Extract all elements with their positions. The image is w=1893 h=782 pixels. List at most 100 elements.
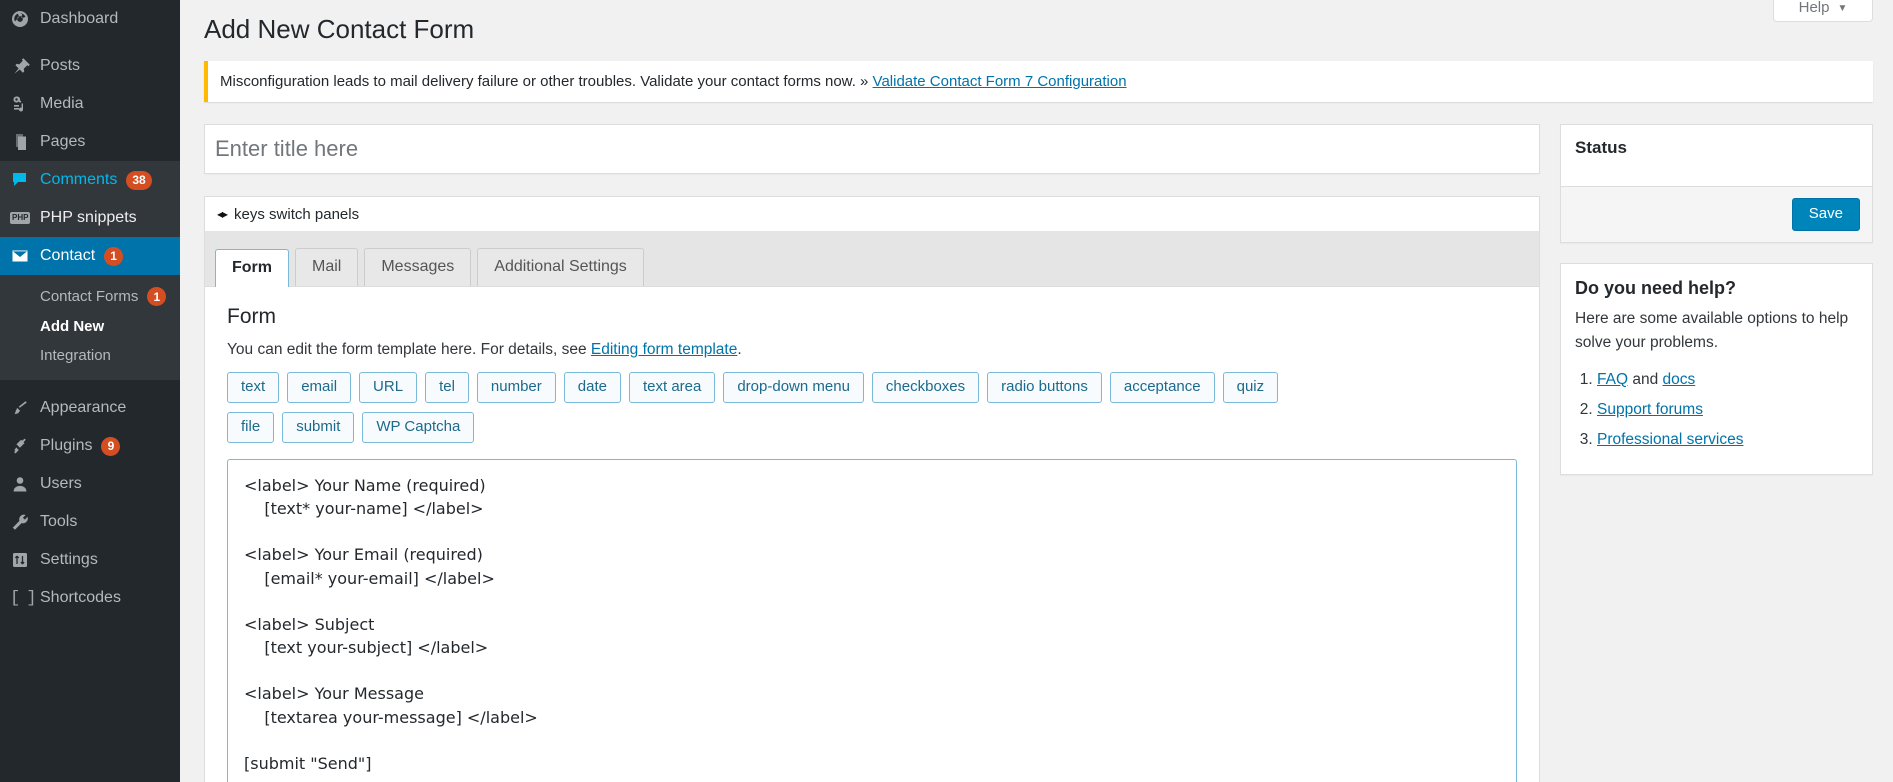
tab-mail[interactable]: Mail [295,248,359,286]
tag-button-url[interactable]: URL [359,371,418,403]
submenu-label: Add New [40,318,105,335]
php-icon: PHP [10,212,31,224]
menu-separator [0,38,180,47]
tab-form[interactable]: Form [215,249,289,287]
sidebar-subitem-integration[interactable]: Integration [0,341,180,370]
sidebar-item-label: Users [40,475,82,492]
tag-generator-row-2: file submit WP Captcha [227,411,1517,443]
form-tab-body: Form You can edit the form template here… [205,287,1539,782]
configuration-notice: Misconfiguration leads to mail delivery … [204,60,1873,102]
tag-button-wp-captcha[interactable]: WP Captcha [362,411,475,443]
validate-config-link[interactable]: Validate Contact Form 7 Configuration [873,73,1127,90]
tag-button-file[interactable]: file [227,411,275,443]
editing-form-template-link[interactable]: Editing form template [591,341,737,358]
docs-link[interactable]: docs [1663,371,1696,388]
title-field-box [204,123,1540,174]
title-input[interactable] [205,124,1539,173]
sidebar-item-label: Appearance [40,399,127,416]
notice-text: Misconfiguration leads to mail delivery … [220,72,869,90]
sidebar-item-contact[interactable]: Contact 1 [0,237,193,275]
support-forums-link[interactable]: Support forums [1597,401,1703,418]
contact-forms-badge: 1 [147,287,167,306]
columns: ◂▸ keys switch panels Form Mail Messages… [204,123,1873,782]
chevron-down-icon: ▼ [1837,3,1848,14]
menu-separator [0,380,180,389]
tag-button-acceptance[interactable]: acceptance [1109,371,1215,403]
comments-icon [10,170,40,190]
sidebar-item-label: Tools [40,513,78,530]
tag-button-text-area[interactable]: text area [628,371,716,403]
dashboard-icon [10,9,40,29]
tag-button-checkboxes[interactable]: checkboxes [871,371,980,403]
help-intro: Here are some available options to help … [1575,309,1849,351]
envelope-icon [10,246,40,266]
sidebar-item-plugins[interactable]: Plugins 9 [0,427,180,465]
sidebar-item-label: Contact [40,247,96,264]
help-links-list: FAQ and docs Support forums Professional… [1597,368,1858,452]
secondary-column: Status Save Do you need help? Here are s… [1560,123,1873,495]
sidebar-item-settings[interactable]: Settings [0,541,180,579]
tab-additional-settings[interactable]: Additional Settings [477,248,644,286]
left-right-arrows-icon: ◂▸ [217,207,228,222]
save-button[interactable]: Save [1791,197,1860,231]
tag-button-tel[interactable]: tel [425,371,469,403]
sidebar-item-appearance[interactable]: Appearance [0,389,180,427]
main-content: Help ▼ Add New Contact Form Misconfigura… [180,0,1893,782]
sidebar-item-posts[interactable]: Posts [0,47,180,85]
submenu-label: Integration [40,347,111,364]
sidebar-item-label: Dashboard [40,10,119,27]
tag-button-radio-buttons[interactable]: radio buttons [987,371,1102,403]
sidebar-item-label: Comments [40,171,118,188]
media-icon [10,94,40,114]
professional-services-link[interactable]: Professional services [1597,431,1743,448]
contact-submenu: Contact Forms 1 Add New Integration [0,275,180,380]
sidebar-subitem-contact-forms[interactable]: Contact Forms 1 [0,281,180,312]
sidebar-item-tools[interactable]: Tools [0,503,180,541]
section-title: Form [227,304,276,328]
sidebar-subitem-add-new[interactable]: Add New [0,312,180,341]
lead-suffix: . [737,340,742,358]
submenu-label: Contact Forms [40,288,139,305]
sidebar-item-label: Plugins [40,437,93,454]
wp-admin-screen: Dashboard Posts Media Pages Comments 38 … [0,0,1893,782]
sidebar-item-label: Posts [40,57,81,74]
tag-button-quiz[interactable]: quiz [1222,371,1279,403]
brush-icon [10,398,40,418]
sidebar-item-label: Pages [40,133,86,150]
sidebar-item-pages[interactable]: Pages [0,123,180,161]
tag-button-number[interactable]: number [476,371,556,403]
tag-button-drop-down-menu[interactable]: drop-down menu [723,371,864,403]
keys-switch-hint: ◂▸ keys switch panels [205,197,1539,232]
tag-button-submit[interactable]: submit [282,411,355,443]
sidebar-item-label: Settings [40,551,98,568]
sidebar-item-media[interactable]: Media [0,85,180,123]
editor-tabs: Form Mail Messages Additional Settings [205,231,1539,287]
tab-messages[interactable]: Messages [364,248,472,286]
tag-button-email[interactable]: email [287,371,352,403]
plug-icon [10,436,40,456]
help-tab-label: Help [1798,0,1830,16]
lead-prefix: You can edit the form template here. For… [227,340,591,358]
pin-icon [10,56,40,76]
wrench-icon [10,512,40,532]
sidebar-item-shortcodes[interactable]: [ ] Shortcodes [0,579,180,617]
sidebar-item-users[interactable]: Users [0,465,180,503]
comments-badge: 38 [126,170,152,190]
status-box-title: Status [1575,137,1627,157]
sidebar-item-php-snippets[interactable]: PHP PHP snippets [0,199,180,237]
tag-generator-row-1: text email URL tel number date text area… [227,371,1517,403]
status-box-content [1561,172,1872,186]
help-box-title: Do you need help? [1575,277,1737,298]
sidebar-item-label: Media [40,95,84,112]
editor-description: You can edit the form template here. For… [227,341,1517,359]
tag-button-text[interactable]: text [227,371,280,403]
help-tab-button[interactable]: Help ▼ [1773,0,1873,22]
tag-button-date[interactable]: date [563,371,621,403]
sidebar-item-dashboard[interactable]: Dashboard [0,0,180,38]
list-item: Support forums [1597,398,1858,422]
faq-link[interactable]: FAQ [1597,371,1628,388]
sidebar-item-comments[interactable]: Comments 38 [0,161,180,199]
form-template-textarea[interactable]: <label> Your Name (required) [text* your… [227,458,1517,782]
sidebar-item-label: PHP snippets [40,209,137,226]
current-menu-arrow [180,246,193,266]
